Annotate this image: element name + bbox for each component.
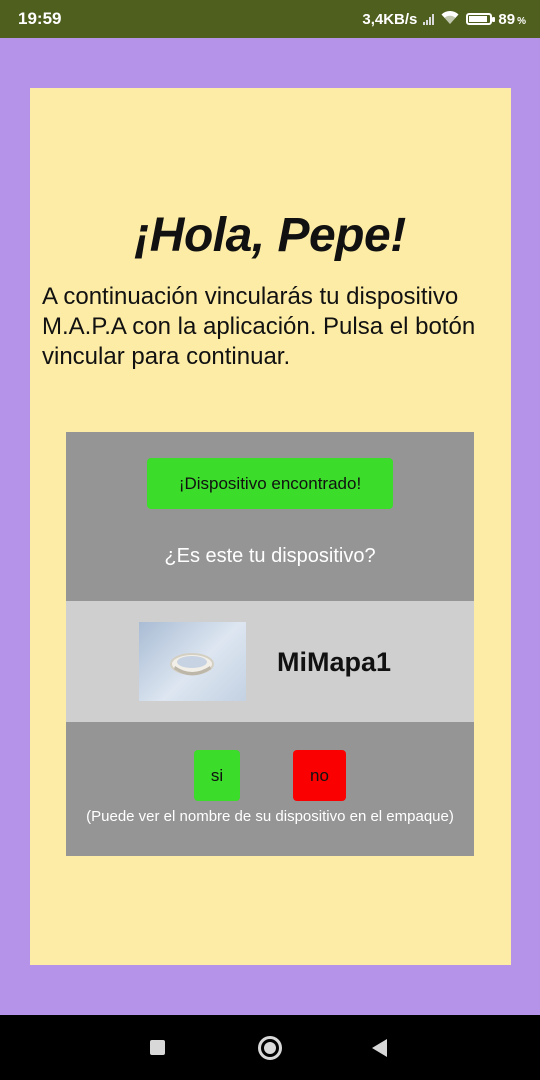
status-time: 19:59 <box>18 9 62 28</box>
home-icon-inner <box>264 1042 276 1054</box>
battery-unit: % <box>517 15 526 27</box>
signal-icon <box>423 13 435 25</box>
device-name: MiMapa1 <box>277 647 392 677</box>
battery-level: 89 <box>498 10 516 28</box>
battery-level-fill <box>469 16 488 22</box>
recent-apps-icon[interactable] <box>150 1040 165 1055</box>
bracelet-image <box>139 622 246 701</box>
device-hint: (Puede ver el nombre de su dispositivo e… <box>86 808 454 825</box>
device-panel-actions <box>66 722 474 856</box>
device-found-badge: ¡Dispositivo encontrado! <box>147 458 393 509</box>
yes-button[interactable]: si <box>194 750 240 801</box>
device-question: ¿Es este tu dispositivo? <box>164 545 376 567</box>
battery-percentage: 89 % <box>498 11 526 28</box>
network-speed: 3,4KB/s <box>362 10 418 28</box>
wifi-icon <box>440 9 460 29</box>
status-bar: 19:59 3,4KB/s 89 % <box>0 0 540 38</box>
battery-icon <box>466 13 496 25</box>
status-indicators: 3,4KB/s 89 % <box>362 8 526 30</box>
device-row <box>66 601 474 722</box>
no-button[interactable]: no <box>293 750 346 801</box>
intro-text: A continuación vincularás tu dispositivo… <box>42 283 476 370</box>
greeting-title: ¡Hola, Pepe! <box>134 209 406 262</box>
back-icon[interactable] <box>372 1039 387 1057</box>
home-icon[interactable] <box>258 1036 282 1060</box>
